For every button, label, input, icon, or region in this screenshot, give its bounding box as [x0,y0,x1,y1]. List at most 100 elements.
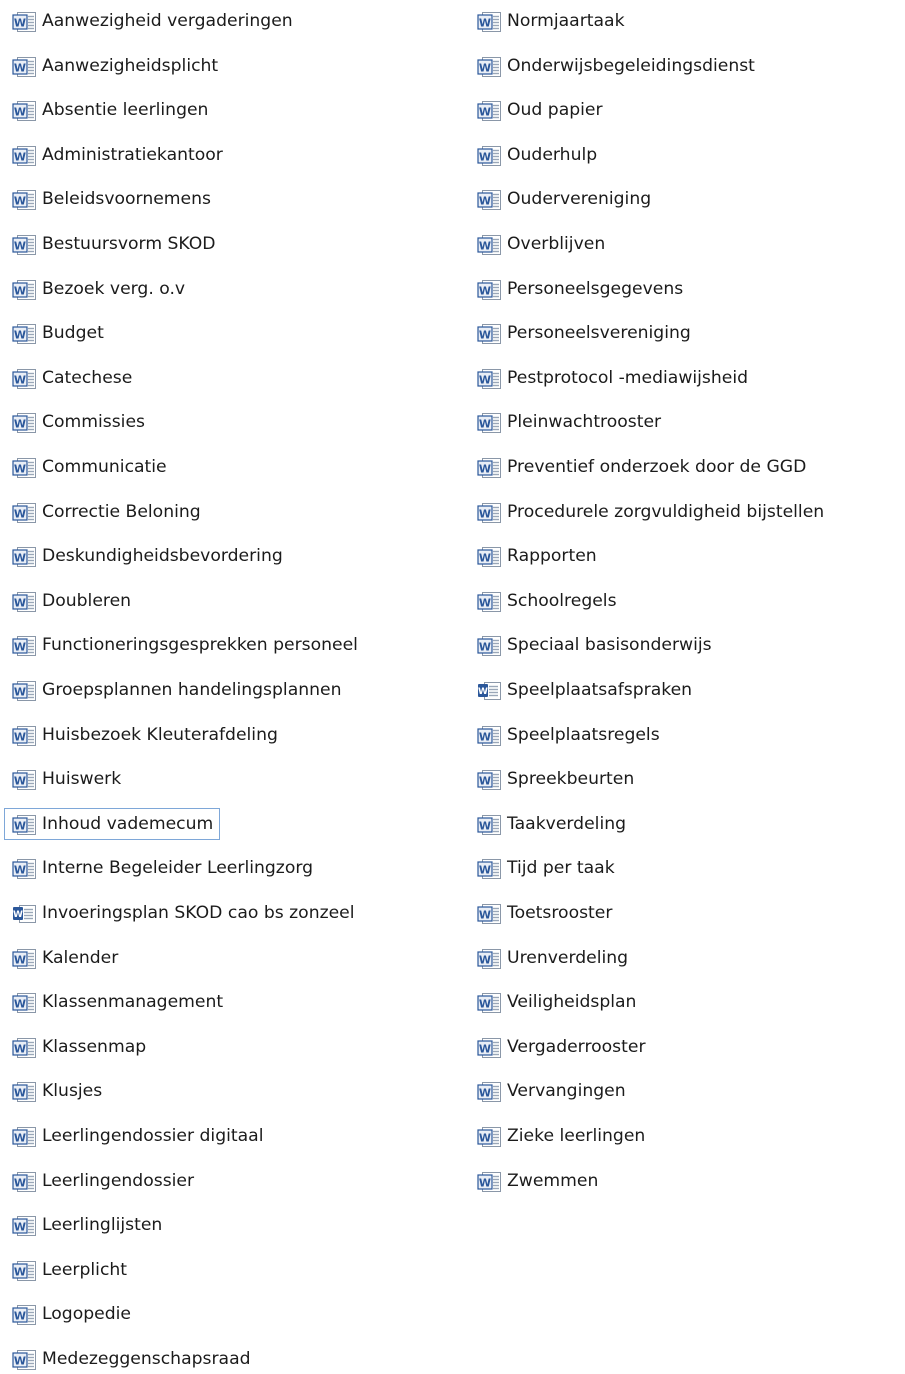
file-item-onderwijsbegeleidingsdienst[interactable]: W Onderwijsbegeleidingsdienst [474,51,755,81]
file-name-label: Vergaderrooster [507,1036,646,1057]
file-item-zieke-leerlingen[interactable]: W Zieke leerlingen [474,1121,645,1151]
svg-text:W: W [14,1176,26,1189]
word-doc-icon: W [9,1255,39,1285]
word-doc-icon: W [474,1166,504,1196]
file-item-pestprotocol-mediawijsheid[interactable]: W Pestprotocol -mediawijsheid [474,363,748,393]
svg-text:W: W [14,1042,26,1055]
file-item-klusjes[interactable]: W Klusjes [9,1076,102,1106]
file-item-beleidsvoornemens[interactable]: W Beleidsvoornemens [9,184,211,214]
word-docx-icon: W [474,675,504,705]
file-item-huisbezoek-kleuterafdeling[interactable]: W Huisbezoek Kleuterafdeling [9,720,278,750]
file-name-label: Speciaal basisonderwijs [507,635,712,656]
file-name-label: Klassenmap [42,1036,147,1057]
file-item-leerlinglijsten[interactable]: W Leerlinglijsten [9,1210,162,1240]
file-item-speciaal-basisonderwijs[interactable]: W Speciaal basisonderwijs [474,630,712,660]
file-item-klassenmanagement[interactable]: W Klassenmanagement [9,987,223,1017]
file-item-ouderhulp[interactable]: W Ouderhulp [474,140,597,170]
svg-text:W: W [14,418,26,431]
file-item-toetsrooster[interactable]: W Toetsrooster [474,898,612,928]
file-item-spreekbeurten[interactable]: W Spreekbeurten [474,764,634,794]
file-item-speelplaatsregels[interactable]: W Speelplaatsregels [474,720,660,750]
file-item-leerlingendossier-digitaal[interactable]: W Leerlingendossier digitaal [9,1121,263,1151]
file-item-oudervereniging[interactable]: W Oudervereniging [474,184,651,214]
file-item-correctie-beloning[interactable]: W Correctie Beloning [9,497,201,527]
word-doc-icon: W [9,853,39,883]
file-name-label: Pestprotocol -mediawijsheid [507,367,749,388]
file-item-inhoud-vademecum[interactable]: W Inhoud vademecum [3,807,221,840]
file-item-groepsplannen-handelingsplannen[interactable]: W Groepsplannen handelingsplannen [9,675,341,705]
file-item-klassenmap[interactable]: W Klassenmap [9,1032,146,1062]
svg-text:W: W [14,775,26,788]
file-item-commissies[interactable]: W Commissies [9,407,145,437]
file-item-functioneringsgesprekken-personeel[interactable]: W Functioneringsgesprekken personeel [9,630,358,660]
file-name-label: Absentie leerlingen [42,100,209,121]
svg-text:W: W [14,641,26,654]
file-item-catechese[interactable]: W Catechese [9,363,132,393]
word-doc-icon: W [9,452,39,482]
svg-text:W: W [479,329,491,342]
word-doc-icon: W [474,184,504,214]
file-item-medezeggenschapsraad[interactable]: W Medezeggenschapsraad [9,1344,251,1374]
word-doc-icon: W [474,407,504,437]
word-doc-icon: W [474,630,504,660]
file-item-personeelsgegevens[interactable]: W Personeelsgegevens [474,274,683,304]
svg-text:W: W [14,150,26,163]
svg-text:W: W [14,552,26,565]
file-item-bezoek-verg-o-v[interactable]: W Bezoek verg. o.v [9,274,185,304]
word-doc-icon: W [474,140,504,170]
file-name-label: Invoeringsplan SKOD cao bs zonzeel [42,903,355,923]
file-item-overblijven[interactable]: W Overblijven [474,229,605,259]
word-doc-icon: W [9,630,39,660]
file-item-interne-begeleider-leerlingzorg[interactable]: W Interne Begeleider Leerlingzorg [9,853,313,883]
file-item-aanwezigheid-vergaderingen[interactable]: W Aanwezigheid vergaderingen [9,6,293,36]
word-doc-icon: W [474,95,504,125]
svg-text:W: W [14,507,26,520]
file-item-personeelsvereniging[interactable]: W Personeelsvereniging [474,318,691,348]
file-item-oud-papier[interactable]: W Oud papier [474,95,603,125]
file-item-kalender[interactable]: W Kalender [9,943,118,973]
file-name-label: Budget [42,323,104,344]
file-name-label: Logopedie [42,1304,131,1325]
file-item-aanwezigheidsplicht[interactable]: W Aanwezigheidsplicht [9,51,218,81]
file-item-urenverdeling[interactable]: W Urenverdeling [474,943,628,973]
file-item-leerlingendossier[interactable]: W Leerlingendossier [9,1166,194,1196]
file-item-deskundigheidsbevordering[interactable]: W Deskundigheidsbevordering [9,541,283,571]
file-item-huiswerk[interactable]: W Huiswerk [9,764,121,794]
svg-text:W: W [14,819,26,832]
file-item-budget[interactable]: W Budget [9,318,104,348]
word-doc-icon: W [9,675,39,705]
file-item-logopedie[interactable]: W Logopedie [9,1299,131,1329]
file-item-rapporten[interactable]: W Rapporten [474,541,597,571]
svg-text:W: W [14,240,26,253]
word-doc-icon: W [9,497,39,527]
file-item-vergaderrooster[interactable]: W Vergaderrooster [474,1032,646,1062]
file-item-administratiekantoor[interactable]: W Administratiekantoor [9,140,223,170]
file-name-label: Overblijven [507,234,606,254]
svg-text:W: W [14,284,26,297]
word-doc-icon: W [474,274,504,304]
file-item-pleinwachtrooster[interactable]: W Pleinwachtrooster [474,407,661,437]
svg-text:W: W [479,463,491,476]
file-item-leerplicht[interactable]: W Leerplicht [9,1255,127,1285]
file-name-label: Zieke leerlingen [507,1126,646,1146]
file-item-preventief-onderzoek-door-de-ggd[interactable]: W Preventief onderzoek door de GGD [474,452,806,482]
word-doc-icon: W [9,720,39,750]
svg-text:W: W [14,1355,26,1368]
file-item-vervangingen[interactable]: W Vervangingen [474,1076,626,1106]
svg-text:W: W [479,1176,491,1189]
file-item-schoolregels[interactable]: W Schoolregels [474,586,617,616]
file-item-taakverdeling[interactable]: W Taakverdeling [474,809,626,839]
file-item-tijd-per-taak[interactable]: W Tijd per taak [474,853,615,883]
file-item-veiligheidsplan[interactable]: W Veiligheidsplan [474,987,636,1017]
file-item-absentie-leerlingen[interactable]: W Absentie leerlingen [9,95,208,125]
file-item-normjaartaak[interactable]: W Normjaartaak [474,6,625,36]
file-item-doubleren[interactable]: W Doubleren [9,586,131,616]
file-item-zwemmen[interactable]: W Zwemmen [474,1166,598,1196]
file-item-procedurele-zorgvuldigheid-bijstellen[interactable]: W Procedurele zorgvuldigheid bijstellen [474,497,824,527]
file-item-invoeringsplan-skod-cao-bs-zonzeel[interactable]: W Invoeringsplan SKOD cao bs zonzeel [9,898,355,928]
file-item-speelplaatsafspraken[interactable]: W Speelplaatsafspraken [474,675,692,705]
file-item-bestuursvorm-skod[interactable]: W Bestuursvorm SKOD [9,229,216,259]
word-doc-icon: W [474,51,504,81]
file-item-communicatie[interactable]: W Communicatie [9,452,167,482]
svg-text:W: W [479,596,491,609]
